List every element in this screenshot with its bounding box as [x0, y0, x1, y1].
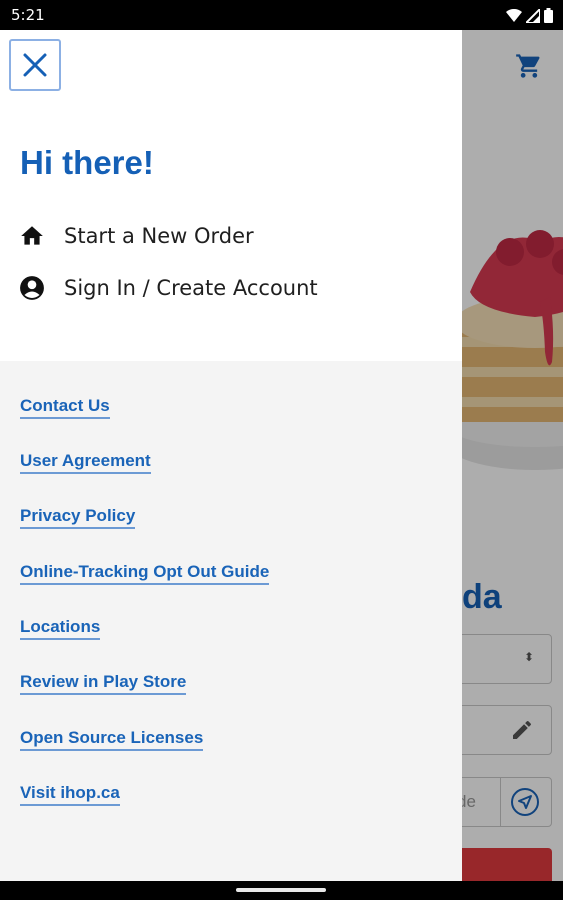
- drawer-header-section: Hi there! Start a New Order Sign In / Cr…: [0, 30, 462, 361]
- opt-out-guide-link[interactable]: Online-Tracking Opt Out Guide: [20, 562, 270, 585]
- visit-website-link[interactable]: Visit ihop.ca: [20, 783, 120, 806]
- home-icon: [18, 222, 46, 250]
- status-bar: 5:21: [0, 0, 563, 30]
- status-time: 5:21: [11, 6, 45, 24]
- gesture-handle[interactable]: [236, 888, 326, 892]
- privacy-policy-link[interactable]: Privacy Policy: [20, 506, 136, 529]
- signal-icon: [526, 8, 540, 23]
- wifi-icon: [506, 8, 522, 22]
- sign-in-item[interactable]: Sign In / Create Account: [18, 268, 318, 308]
- close-button[interactable]: [9, 39, 61, 91]
- contact-us-link[interactable]: Contact Us: [20, 396, 110, 419]
- start-new-order-item[interactable]: Start a New Order: [18, 216, 254, 256]
- account-circle-icon: [18, 274, 46, 302]
- navigation-drawer: Hi there! Start a New Order Sign In / Cr…: [0, 30, 462, 881]
- review-play-store-link[interactable]: Review in Play Store: [20, 672, 187, 695]
- user-agreement-link[interactable]: User Agreement: [20, 451, 151, 474]
- status-icons: [506, 8, 553, 23]
- close-icon: [23, 53, 47, 77]
- battery-icon: [544, 8, 553, 23]
- start-new-order-label: Start a New Order: [64, 224, 254, 248]
- sign-in-label: Sign In / Create Account: [64, 276, 318, 300]
- locations-link[interactable]: Locations: [20, 617, 101, 640]
- greeting-heading: Hi there!: [20, 144, 154, 181]
- system-nav-bar: [0, 881, 563, 900]
- open-source-licenses-link[interactable]: Open Source Licenses: [20, 728, 204, 751]
